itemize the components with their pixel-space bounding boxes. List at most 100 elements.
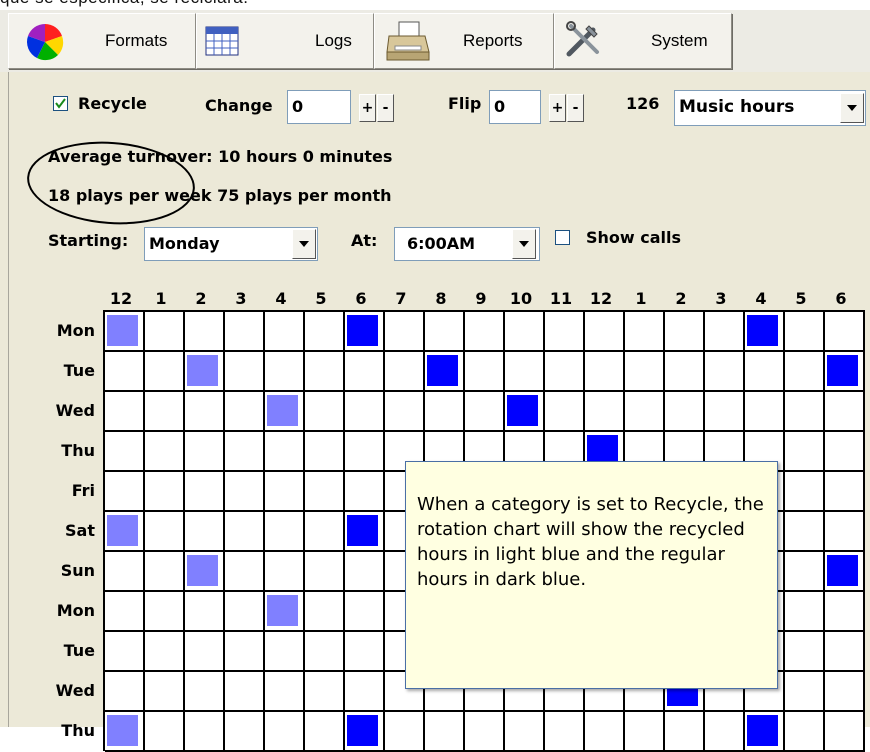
- grid-cell[interactable]: [385, 392, 425, 432]
- grid-cell[interactable]: [265, 712, 305, 752]
- grid-cell[interactable]: [825, 352, 865, 392]
- grid-cell[interactable]: [225, 552, 265, 592]
- grid-cell[interactable]: [825, 592, 865, 632]
- grid-cell[interactable]: [265, 432, 305, 472]
- grid-cell[interactable]: [545, 712, 585, 752]
- grid-cell[interactable]: [145, 472, 185, 512]
- grid-cell[interactable]: [265, 592, 305, 632]
- grid-cell[interactable]: [545, 312, 585, 352]
- flip-minus-button[interactable]: -: [567, 94, 584, 122]
- grid-cell[interactable]: [225, 432, 265, 472]
- grid-cell[interactable]: [785, 632, 825, 672]
- grid-cell[interactable]: [305, 352, 345, 392]
- grid-cell[interactable]: [185, 352, 225, 392]
- grid-cell[interactable]: [305, 512, 345, 552]
- grid-cell[interactable]: [185, 512, 225, 552]
- grid-cell[interactable]: [225, 472, 265, 512]
- grid-cell[interactable]: [185, 712, 225, 752]
- grid-cell[interactable]: [105, 632, 145, 672]
- grid-cell[interactable]: [825, 712, 865, 752]
- grid-cell[interactable]: [145, 592, 185, 632]
- grid-cell[interactable]: [145, 632, 185, 672]
- grid-cell[interactable]: [785, 552, 825, 592]
- grid-cell[interactable]: [225, 672, 265, 712]
- grid-cell[interactable]: [265, 352, 305, 392]
- grid-cell[interactable]: [105, 712, 145, 752]
- grid-cell[interactable]: [425, 312, 465, 352]
- change-minus-button[interactable]: -: [377, 94, 394, 122]
- grid-cell[interactable]: [785, 592, 825, 632]
- grid-cell[interactable]: [305, 392, 345, 432]
- grid-cell[interactable]: [825, 552, 865, 592]
- grid-cell[interactable]: [265, 512, 305, 552]
- grid-cell[interactable]: [545, 352, 585, 392]
- grid-cell[interactable]: [785, 312, 825, 352]
- grid-cell[interactable]: [345, 472, 385, 512]
- grid-cell[interactable]: [785, 672, 825, 712]
- grid-cell[interactable]: [145, 552, 185, 592]
- grid-cell[interactable]: [825, 432, 865, 472]
- grid-cell[interactable]: [265, 552, 305, 592]
- grid-cell[interactable]: [585, 392, 625, 432]
- grid-cell[interactable]: [185, 632, 225, 672]
- grid-cell[interactable]: [705, 312, 745, 352]
- grid-cell[interactable]: [465, 392, 505, 432]
- grid-cell[interactable]: [345, 432, 385, 472]
- grid-cell[interactable]: [425, 352, 465, 392]
- recycle-label[interactable]: Recycle: [78, 94, 147, 113]
- grid-cell[interactable]: [385, 712, 425, 752]
- grid-cell[interactable]: [665, 312, 705, 352]
- show-calls-label[interactable]: Show calls: [586, 228, 681, 247]
- music-hours-select[interactable]: Music hours: [674, 90, 866, 126]
- grid-cell[interactable]: [745, 392, 785, 432]
- grid-cell[interactable]: [465, 352, 505, 392]
- grid-cell[interactable]: [825, 392, 865, 432]
- grid-cell[interactable]: [225, 312, 265, 352]
- flip-field[interactable]: 0: [489, 90, 541, 124]
- grid-cell[interactable]: [265, 312, 305, 352]
- grid-cell[interactable]: [465, 312, 505, 352]
- grid-cell[interactable]: [585, 352, 625, 392]
- grid-cell[interactable]: [785, 392, 825, 432]
- grid-cell[interactable]: [105, 472, 145, 512]
- grid-cell[interactable]: [185, 552, 225, 592]
- grid-cell[interactable]: [345, 512, 385, 552]
- grid-cell[interactable]: [145, 432, 185, 472]
- grid-cell[interactable]: [345, 352, 385, 392]
- grid-cell[interactable]: [105, 512, 145, 552]
- grid-cell[interactable]: [265, 472, 305, 512]
- grid-cell[interactable]: [145, 352, 185, 392]
- grid-cell[interactable]: [305, 312, 345, 352]
- grid-cell[interactable]: [345, 552, 385, 592]
- grid-cell[interactable]: [185, 472, 225, 512]
- starting-dropdown-button[interactable]: [292, 229, 316, 259]
- grid-cell[interactable]: [145, 392, 185, 432]
- change-plus-button[interactable]: +: [359, 94, 376, 122]
- grid-cell[interactable]: [825, 312, 865, 352]
- grid-cell[interactable]: [825, 672, 865, 712]
- grid-cell[interactable]: [705, 352, 745, 392]
- grid-cell[interactable]: [345, 392, 385, 432]
- at-dropdown-button[interactable]: [512, 229, 536, 259]
- grid-cell[interactable]: [505, 312, 545, 352]
- grid-cell[interactable]: [625, 712, 665, 752]
- logs-button[interactable]: Logs: [196, 13, 374, 69]
- grid-cell[interactable]: [185, 432, 225, 472]
- grid-cell[interactable]: [425, 392, 465, 432]
- grid-cell[interactable]: [305, 552, 345, 592]
- grid-cell[interactable]: [585, 712, 625, 752]
- grid-cell[interactable]: [505, 352, 545, 392]
- grid-cell[interactable]: [785, 472, 825, 512]
- grid-cell[interactable]: [105, 552, 145, 592]
- recycle-checkbox[interactable]: [53, 96, 68, 111]
- grid-cell[interactable]: [305, 632, 345, 672]
- grid-cell[interactable]: [785, 512, 825, 552]
- grid-cell[interactable]: [105, 352, 145, 392]
- grid-cell[interactable]: [345, 632, 385, 672]
- grid-cell[interactable]: [265, 392, 305, 432]
- grid-cell[interactable]: [585, 312, 625, 352]
- system-button[interactable]: System: [554, 13, 732, 69]
- grid-cell[interactable]: [265, 632, 305, 672]
- formats-button[interactable]: Formats: [8, 13, 196, 69]
- grid-cell[interactable]: [545, 392, 585, 432]
